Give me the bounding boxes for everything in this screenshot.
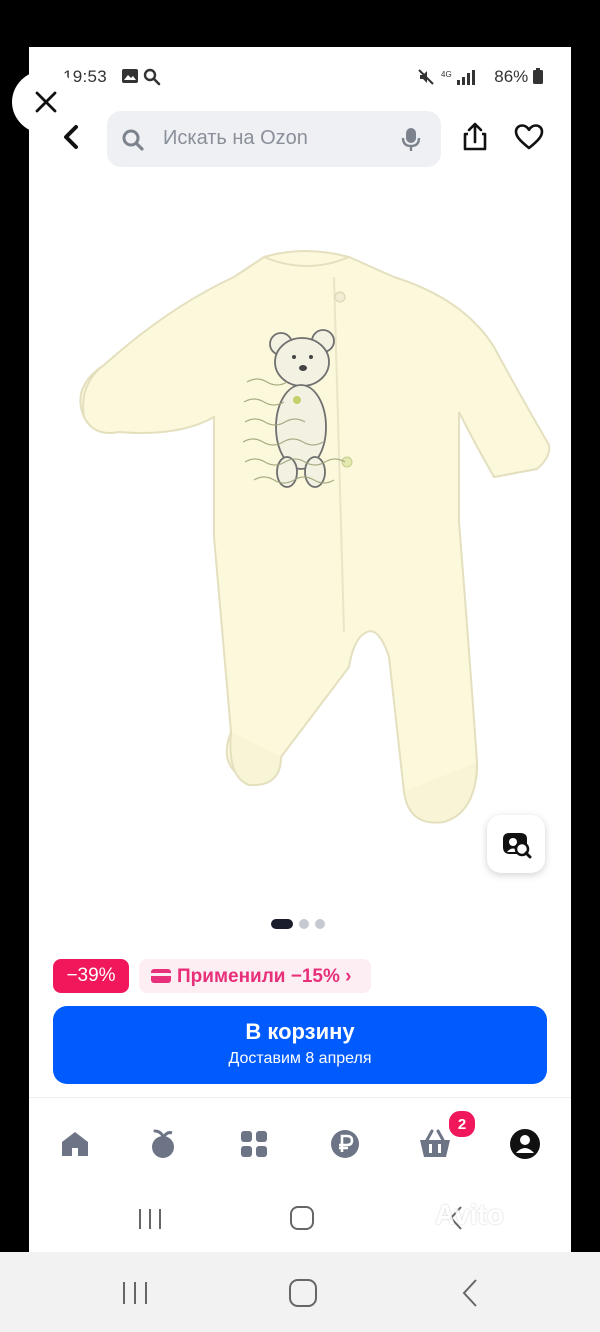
mute-icon	[417, 68, 435, 85]
cart-icon	[420, 1129, 450, 1157]
svg-text:4G: 4G	[441, 70, 452, 79]
recent-apps-icon	[139, 1209, 161, 1229]
signal-icon: 4G	[441, 68, 475, 85]
photo-search-icon	[503, 833, 532, 859]
cart-count-badge: 2	[447, 1109, 477, 1139]
add-to-cart-label: В корзину	[245, 1019, 355, 1044]
close-icon	[35, 91, 57, 113]
system-navigation-bar	[0, 1252, 600, 1332]
share-button[interactable]	[457, 119, 493, 155]
product-image[interactable]	[49, 237, 559, 837]
carousel-dot-active[interactable]	[271, 919, 293, 929]
home-button-icon	[290, 1206, 314, 1230]
home-button-icon[interactable]	[288, 1278, 318, 1308]
favorite-button[interactable]	[511, 119, 547, 155]
carousel-dot[interactable]	[315, 919, 325, 929]
nav-finance[interactable]	[327, 1126, 363, 1162]
nav-catalog[interactable]	[236, 1126, 272, 1162]
discount-badge: −39%	[53, 959, 129, 993]
search-field[interactable]: Искать на Ozon	[107, 111, 441, 167]
fresh-icon	[152, 1129, 174, 1158]
promo-applied-badge[interactable]: Применили −15% ›	[139, 959, 371, 993]
bottom-navigation: 2	[29, 1097, 571, 1182]
delivery-date: Доставим 8 апреля	[228, 1050, 372, 1067]
carousel-indicator	[271, 917, 331, 931]
battery-level: 86%	[494, 67, 543, 87]
nav-profile[interactable]	[507, 1126, 543, 1162]
nav-home[interactable]	[57, 1126, 93, 1162]
add-to-cart-button[interactable]: В корзину Доставим 8 апреля	[53, 1006, 547, 1084]
product-photo	[79, 250, 551, 824]
promo-label: Применили −15% ›	[177, 966, 352, 987]
profile-icon	[510, 1129, 540, 1159]
back-arrow-icon[interactable]	[460, 1278, 480, 1308]
status-bar: 19:53 4G 86%	[29, 47, 571, 103]
nav-fresh[interactable]	[145, 1126, 181, 1162]
gallery-icon	[121, 68, 139, 84]
heart-icon	[514, 124, 544, 150]
finance-icon	[331, 1130, 359, 1158]
recent-apps-icon[interactable]	[120, 1280, 150, 1306]
avito-watermark: Avito	[435, 1199, 504, 1230]
microphone-icon[interactable]	[401, 127, 421, 158]
close-button[interactable]	[12, 70, 80, 134]
share-icon	[463, 122, 487, 151]
card-icon	[151, 969, 171, 988]
image-search-button[interactable]	[487, 815, 545, 873]
home-icon	[62, 1132, 88, 1156]
top-toolbar: Искать на Ozon	[29, 105, 571, 169]
search-status-icon	[143, 68, 161, 86]
app-screen: 19:53 4G 86% Искать на Ozon −39% Примени…	[29, 47, 571, 1252]
carousel-dot[interactable]	[299, 919, 309, 929]
catalog-icon	[241, 1131, 267, 1157]
search-icon	[121, 128, 145, 157]
search-placeholder: Искать на Ozon	[163, 127, 308, 149]
